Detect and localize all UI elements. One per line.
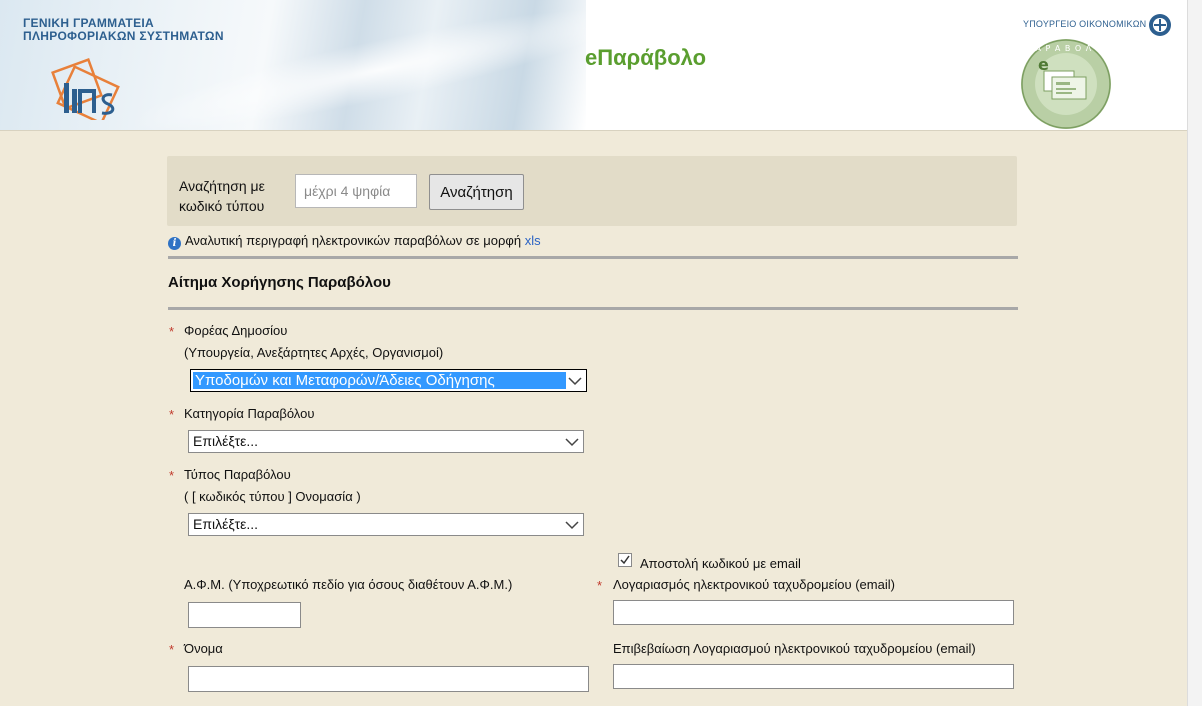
- email-label: Λογαριασμός ηλεκτρονικού ταχυδρομείου (e…: [613, 577, 895, 592]
- type-label: Τύπος Παραβόλου: [184, 467, 291, 482]
- code-search-panel: Αναζήτηση με κωδικό τύπου Αναζήτηση: [167, 156, 1017, 226]
- email-confirm-input[interactable]: [613, 664, 1014, 689]
- section-divider-bottom: [168, 307, 1018, 310]
- section-divider-top: [168, 256, 1018, 259]
- afm-input[interactable]: [188, 602, 301, 628]
- required-marker: *: [169, 468, 175, 483]
- send-email-label: Αποστολή κωδικού με email: [640, 556, 801, 571]
- gsis-org-title: ΓΕΝΙΚΗ ΓΡΑΜΜΑΤΕΙΑ ΠΛΗΡΟΦΟΡΙΑΚΩΝ ΣΥΣΤΗΜΑΤ…: [23, 17, 224, 43]
- type-select[interactable]: Επιλέξτε...: [188, 513, 584, 536]
- required-marker: *: [169, 324, 175, 339]
- required-marker: *: [597, 578, 603, 593]
- send-email-checkbox[interactable]: [618, 553, 632, 567]
- agency-selected-value: Υποδομών και Μεταφορών/Άδειες Οδήγησης: [193, 372, 566, 389]
- search-label: Αναζήτηση με κωδικό τύπου: [179, 178, 265, 214]
- page-header: ΓΕΝΙΚΗ ΓΡΑΜΜΑΤΕΙΑ ΠΛΗΡΟΦΟΡΙΑΚΩΝ ΣΥΣΤΗΜΑΤ…: [0, 0, 1188, 131]
- agency-label: Φορέας Δημοσίου: [184, 323, 288, 338]
- email-input[interactable]: [613, 600, 1014, 625]
- type-hint: ( [ κωδικός τύπου ] Ονομασία ): [184, 489, 361, 504]
- svg-text:e: e: [1038, 55, 1049, 74]
- gsis-logo-icon: [51, 58, 120, 120]
- ministry-name: ΥΠΟΥΡΓΕΙΟ ΟΙΚΟΝΟΜΙΚΩΝ: [1023, 19, 1147, 29]
- category-select[interactable]: Επιλέξτε...: [188, 430, 584, 453]
- first-name-input[interactable]: [188, 666, 589, 692]
- org-line-2: ΠΛΗΡΟΦΟΡΙΑΚΩΝ ΣΥΣΤΗΜΑΤΩΝ: [23, 29, 224, 43]
- svg-text:Π Α Ρ Α Β Ο Λ Ο: Π Α Ρ Α Β Ο Λ Ο: [1025, 44, 1103, 53]
- info-text: Αναλυτική περιγραφή ηλεκτρονικών παραβόλ…: [185, 233, 525, 248]
- chevron-down-icon: [565, 521, 579, 530]
- info-icon: i: [168, 237, 181, 250]
- agency-hint: (Υπουργεία, Ανεξάρτητες Αρχές, Οργανισμο…: [184, 345, 444, 360]
- category-label: Κατηγορία Παραβόλου: [184, 406, 315, 421]
- code-search-input[interactable]: [295, 174, 417, 208]
- agency-select[interactable]: Υποδομών και Μεταφορών/Άδειες Οδήγησης: [190, 369, 587, 392]
- required-marker: *: [169, 642, 175, 657]
- ministry-emblem-icon: [1149, 14, 1171, 36]
- first-name-label: Όνομα: [184, 641, 223, 656]
- form-title: Αίτημα Χορήγησης Παραβόλου: [168, 274, 391, 291]
- afm-label: Α.Φ.Μ. (Υποχρεωτικό πεδίο για όσους διαθ…: [184, 577, 513, 592]
- type-selected-value: Επιλέξτε...: [193, 516, 259, 532]
- info-line: i Αναλυτική περιγραφή ηλεκτρονικών παραβό…: [168, 233, 541, 250]
- e-paravolo-seal-icon: e Π Α Ρ Α Β Ο Λ Ο: [1021, 39, 1111, 129]
- xls-download-link[interactable]: xls: [525, 233, 541, 248]
- vertical-scrollbar[interactable]: [1187, 0, 1202, 706]
- category-selected-value: Επιλέξτε...: [193, 433, 259, 449]
- required-marker: *: [169, 407, 175, 422]
- chevron-down-icon: [565, 438, 579, 447]
- search-button[interactable]: Αναζήτηση: [429, 174, 524, 210]
- app-title: eΠαράβολο: [585, 45, 707, 70]
- checkmark-icon: [620, 555, 630, 565]
- email-confirm-label: Επιβεβαίωση Λογαριασμού ηλεκτρονικού ταχ…: [613, 641, 976, 656]
- chevron-down-icon: [568, 377, 582, 386]
